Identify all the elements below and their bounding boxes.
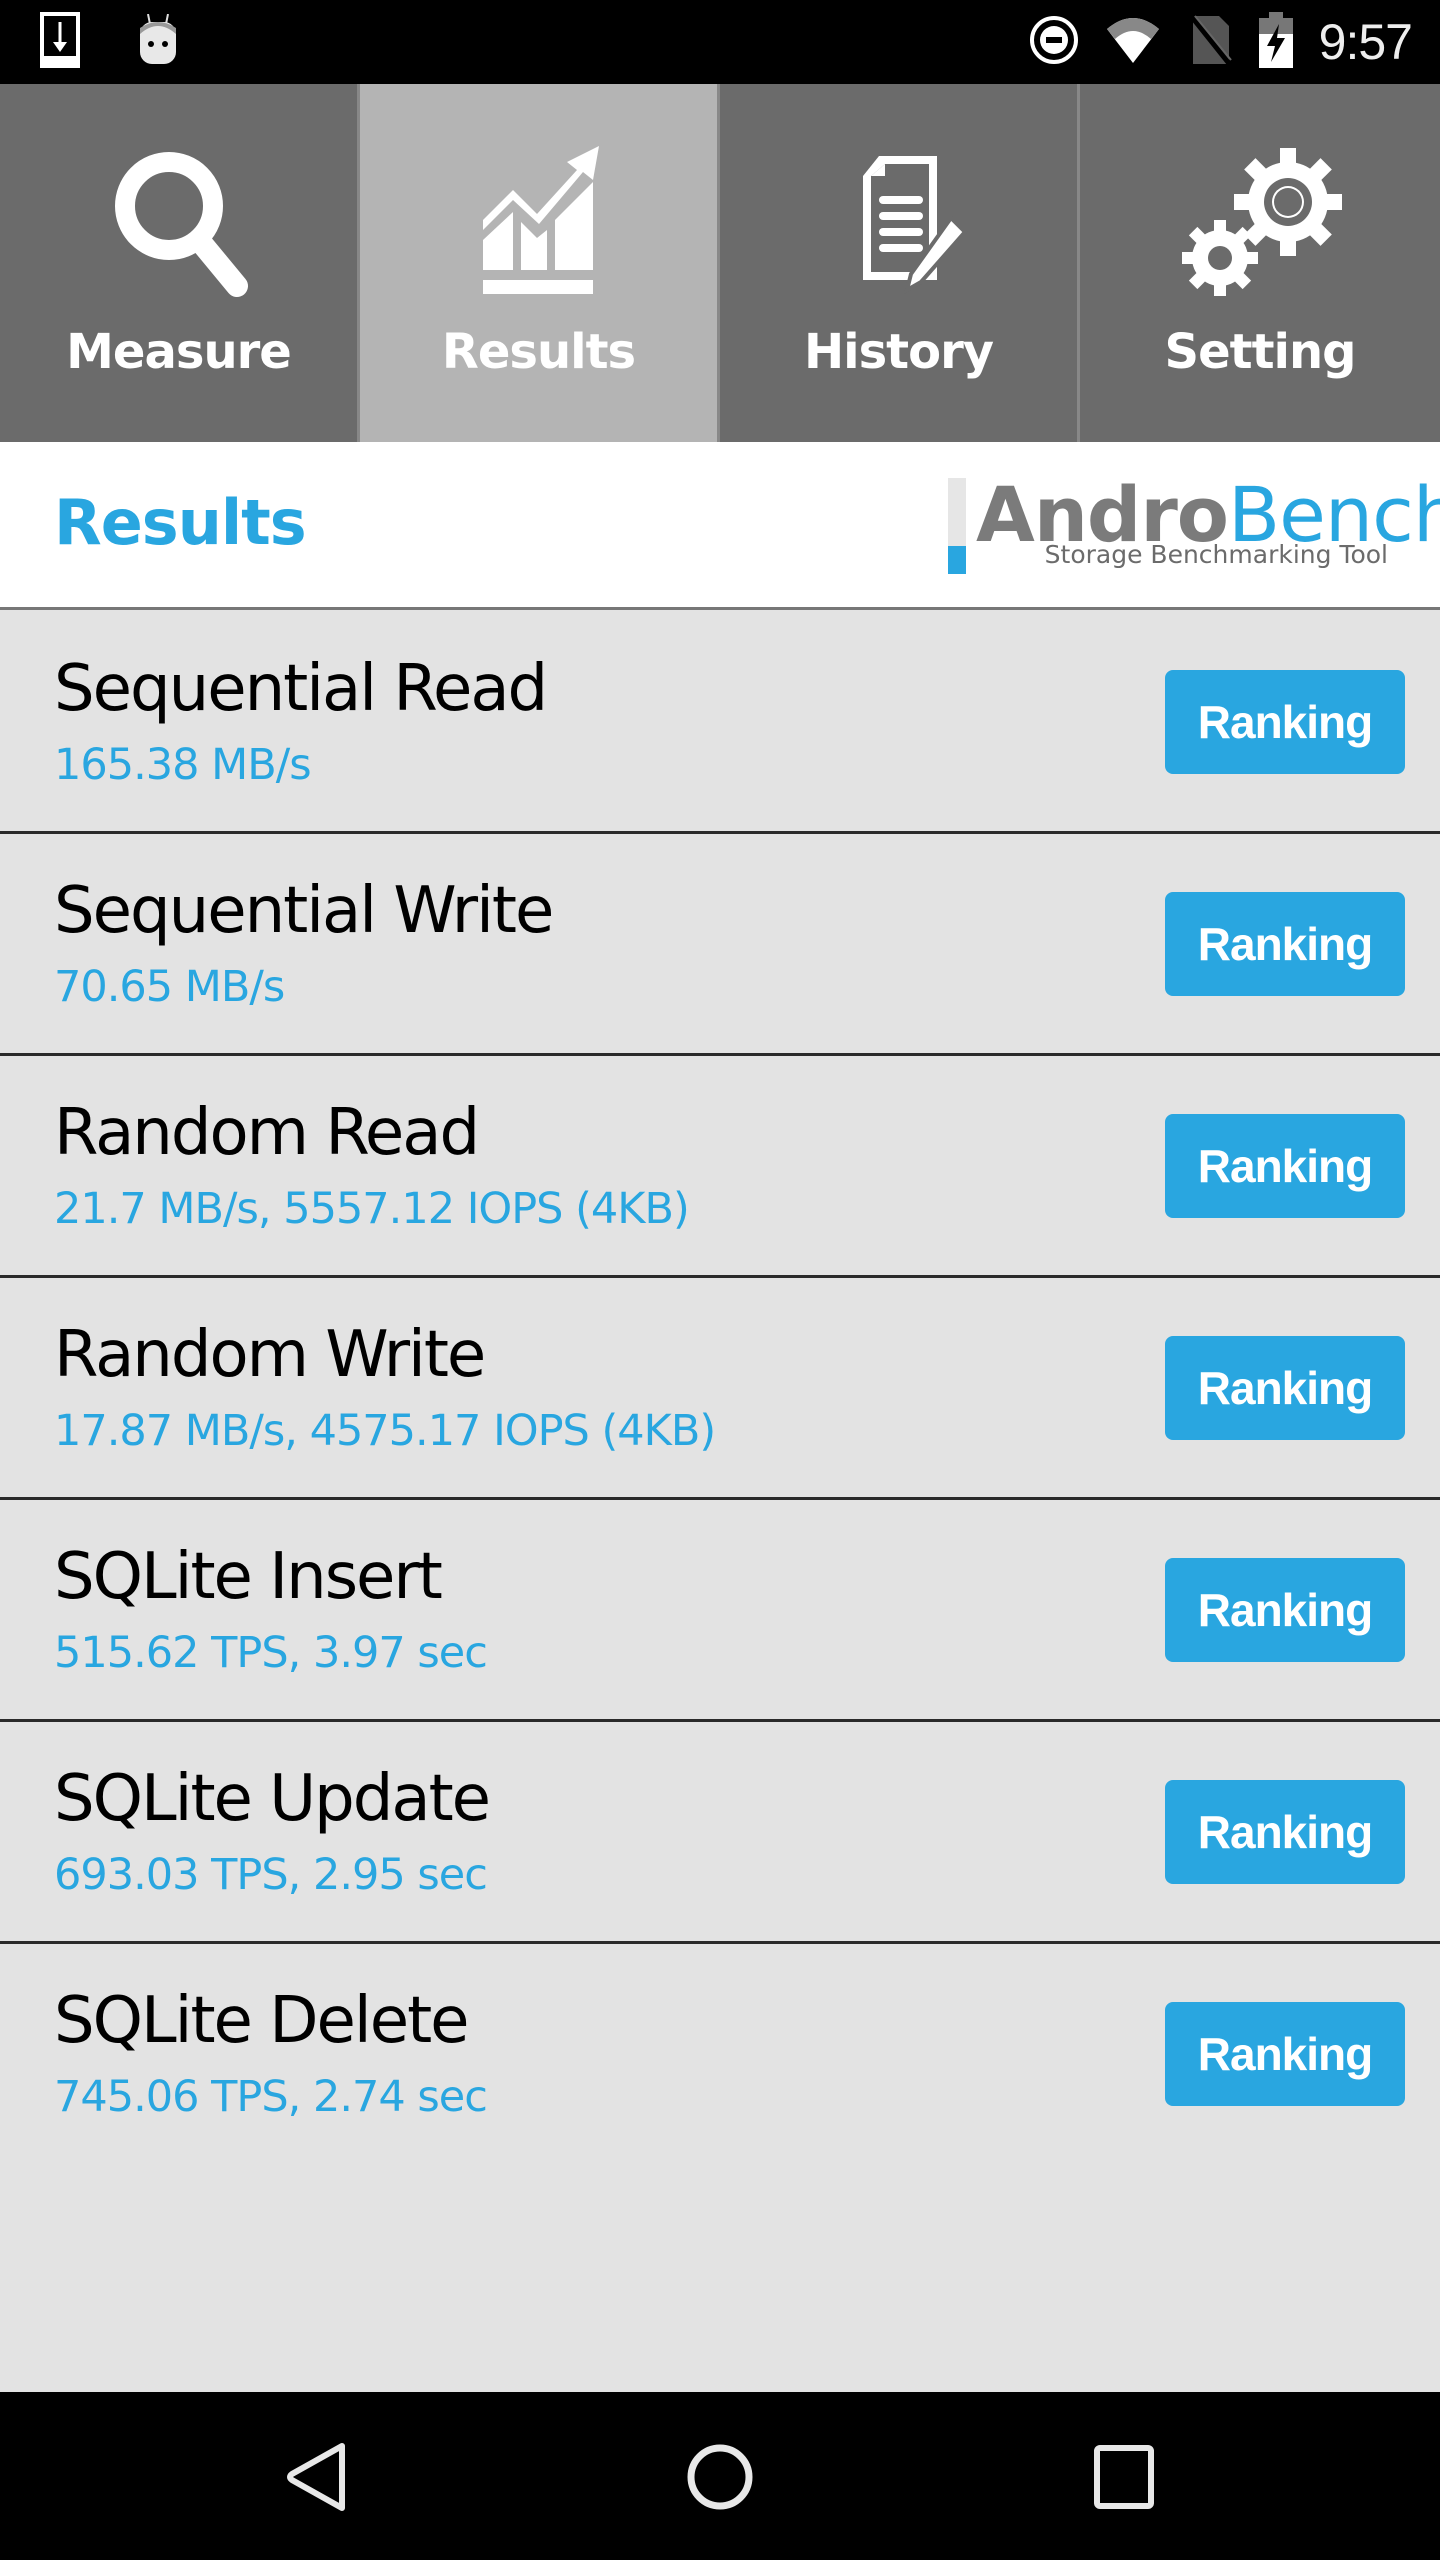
tab-history-label: History <box>803 324 994 380</box>
back-icon <box>287 2443 345 2511</box>
result-value: 17.87 MB/s, 4575.17 IOPS (4KB) <box>54 1406 716 1456</box>
tab-measure[interactable]: Measure <box>0 84 360 442</box>
result-value: 515.62 TPS, 3.97 sec <box>54 1628 488 1678</box>
gears-icon <box>1182 148 1342 296</box>
result-name: SQLite Delete <box>54 1984 470 2058</box>
chart-icon <box>482 146 599 294</box>
tab-setting-label: Setting <box>1164 324 1357 380</box>
page-title: Results <box>54 486 307 559</box>
home-icon <box>687 2444 753 2510</box>
result-row-sequential-write: Sequential Write 70.65 MB/s Ranking <box>0 834 1440 1056</box>
result-name: Random Read <box>54 1096 480 1170</box>
battery-charging-icon <box>1258 12 1293 72</box>
result-value: 165.38 MB/s <box>54 740 312 790</box>
ranking-button[interactable]: Ranking <box>1165 1558 1405 1662</box>
result-name: Sequential Read <box>54 652 548 726</box>
result-row-sqlite-update: SQLite Update 693.03 TPS, 2.95 sec Ranki… <box>0 1722 1440 1944</box>
recents-icon <box>1094 2445 1154 2509</box>
result-value: 21.7 MB/s, 5557.12 IOPS (4KB) <box>54 1184 690 1234</box>
result-name: Sequential Write <box>54 874 554 948</box>
result-row-sequential-read: Sequential Read 165.38 MB/s Ranking <box>0 612 1440 834</box>
result-row-random-read: Random Read 21.7 MB/s, 5557.12 IOPS (4KB… <box>0 1056 1440 1278</box>
results-header: Results AndroBench Storage Benchmarking … <box>0 442 1440 610</box>
tab-history[interactable]: History <box>720 84 1080 442</box>
no-sim-icon <box>1187 14 1233 70</box>
tab-setting[interactable]: Setting <box>1080 84 1440 442</box>
ranking-button[interactable]: Ranking <box>1165 2002 1405 2106</box>
recents-button[interactable] <box>1084 2442 1164 2512</box>
results-list: Sequential Read 165.38 MB/s Ranking Sequ… <box>0 612 1440 2166</box>
logo-bar-bottom <box>948 546 966 574</box>
result-name: SQLite Update <box>54 1762 491 1836</box>
logo-tagline: Storage Benchmarking Tool <box>1044 540 1388 569</box>
result-row-random-write: Random Write 17.87 MB/s, 4575.17 IOPS (4… <box>0 1278 1440 1500</box>
home-button[interactable] <box>680 2442 760 2512</box>
download-icon <box>40 12 80 72</box>
result-row-sqlite-delete: SQLite Delete 745.06 TPS, 2.74 sec Ranki… <box>0 1944 1440 2166</box>
tab-results-label: Results <box>441 324 636 380</box>
tab-results[interactable]: Results <box>360 84 720 442</box>
ranking-button[interactable]: Ranking <box>1165 1780 1405 1884</box>
android-icon <box>136 13 180 70</box>
ranking-button[interactable]: Ranking <box>1165 892 1405 996</box>
result-value: 745.06 TPS, 2.74 sec <box>54 2072 488 2122</box>
document-edit-icon <box>862 156 968 295</box>
wifi-icon <box>1105 15 1161 69</box>
ranking-button[interactable]: Ranking <box>1165 670 1405 774</box>
search-icon <box>114 152 248 297</box>
tab-measure-label: Measure <box>66 324 292 380</box>
ranking-button[interactable]: Ranking <box>1165 1336 1405 1440</box>
result-name: SQLite Insert <box>54 1540 443 1614</box>
navigation-bar <box>0 2392 1440 2560</box>
result-value: 70.65 MB/s <box>54 962 285 1012</box>
ranking-button[interactable]: Ranking <box>1165 1114 1405 1218</box>
result-name: Random Write <box>54 1318 486 1392</box>
result-row-sqlite-insert: SQLite Insert 515.62 TPS, 3.97 sec Ranki… <box>0 1500 1440 1722</box>
result-value: 693.03 TPS, 2.95 sec <box>54 1850 488 1900</box>
do-not-disturb-icon <box>1029 15 1079 69</box>
clock: 9:57 <box>1318 14 1413 70</box>
main-tabs: Measure Results History Setting <box>0 84 1440 442</box>
back-button[interactable] <box>276 2442 356 2512</box>
androbench-logo: AndroBench Storage Benchmarking Tool <box>946 470 1440 578</box>
logo-bar-top <box>948 478 966 546</box>
status-bar: 9:57 <box>0 0 1440 84</box>
